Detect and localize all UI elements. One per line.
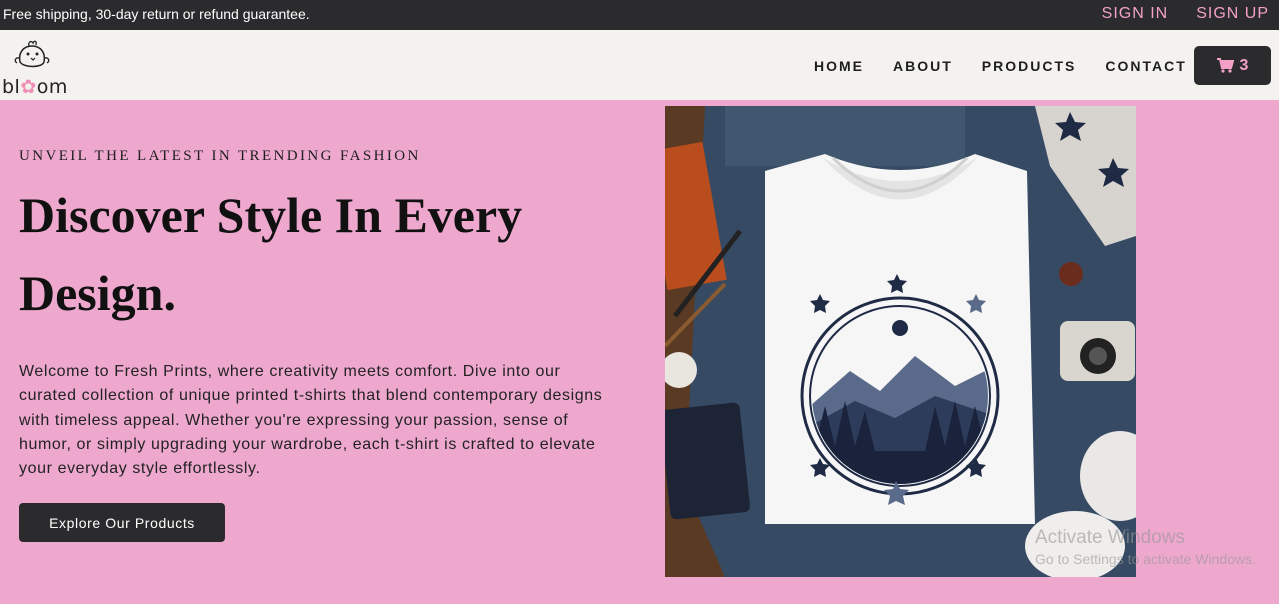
hero-headline: Discover Style In Every Design.: [19, 187, 523, 321]
auth-links: SIGN IN SIGN UP: [1102, 5, 1269, 23]
tshirt-flatlay-illustration: [665, 106, 1136, 577]
primary-nav: HOME ABOUT PRODUCTS CONTACT: [814, 58, 1216, 74]
brand-name-start: bl: [2, 76, 21, 98]
main-navbar: bl✿om HOME ABOUT PRODUCTS CONTACT 3: [0, 30, 1279, 100]
sign-in-link[interactable]: SIGN IN: [1102, 5, 1169, 23]
cart-count: 3: [1239, 56, 1249, 74]
nav-about-link[interactable]: ABOUT: [893, 58, 953, 74]
brand-wordmark: bl✿om: [2, 76, 68, 98]
watermark-subtitle: Go to Settings to activate Windows.: [1035, 551, 1256, 567]
hero-eyebrow: UNVEIL THE LATEST IN TRENDING FASHION: [19, 148, 421, 164]
explore-products-button[interactable]: Explore Our Products: [19, 503, 225, 542]
windows-activation-watermark: Activate Windows Go to Settings to activ…: [1035, 527, 1256, 567]
nav-contact-link[interactable]: CONTACT: [1105, 58, 1186, 74]
cart-button[interactable]: 3: [1194, 46, 1271, 85]
shipping-promo-text: Free shipping, 30-day return or refund g…: [3, 6, 310, 22]
nav-products-link[interactable]: PRODUCTS: [982, 58, 1077, 74]
bloom-logo[interactable]: bl✿om: [2, 36, 72, 98]
cart-icon: [1216, 58, 1234, 73]
hero-text-block: UNVEIL THE LATEST IN TRENDING FASHION Di…: [19, 148, 619, 481]
watermark-title: Activate Windows: [1035, 527, 1185, 548]
nav-home-link[interactable]: HOME: [814, 58, 864, 74]
flower-icon: ✿: [20, 76, 37, 98]
hero-description: Welcome to Fresh Prints, where creativit…: [19, 363, 603, 478]
announcement-bar: Free shipping, 30-day return or refund g…: [0, 0, 1279, 30]
brand-name-end: om: [36, 76, 68, 98]
hero-tshirt-image: [665, 106, 1136, 577]
sign-up-link[interactable]: SIGN UP: [1196, 5, 1269, 23]
chick-mascot-icon: [14, 40, 50, 68]
